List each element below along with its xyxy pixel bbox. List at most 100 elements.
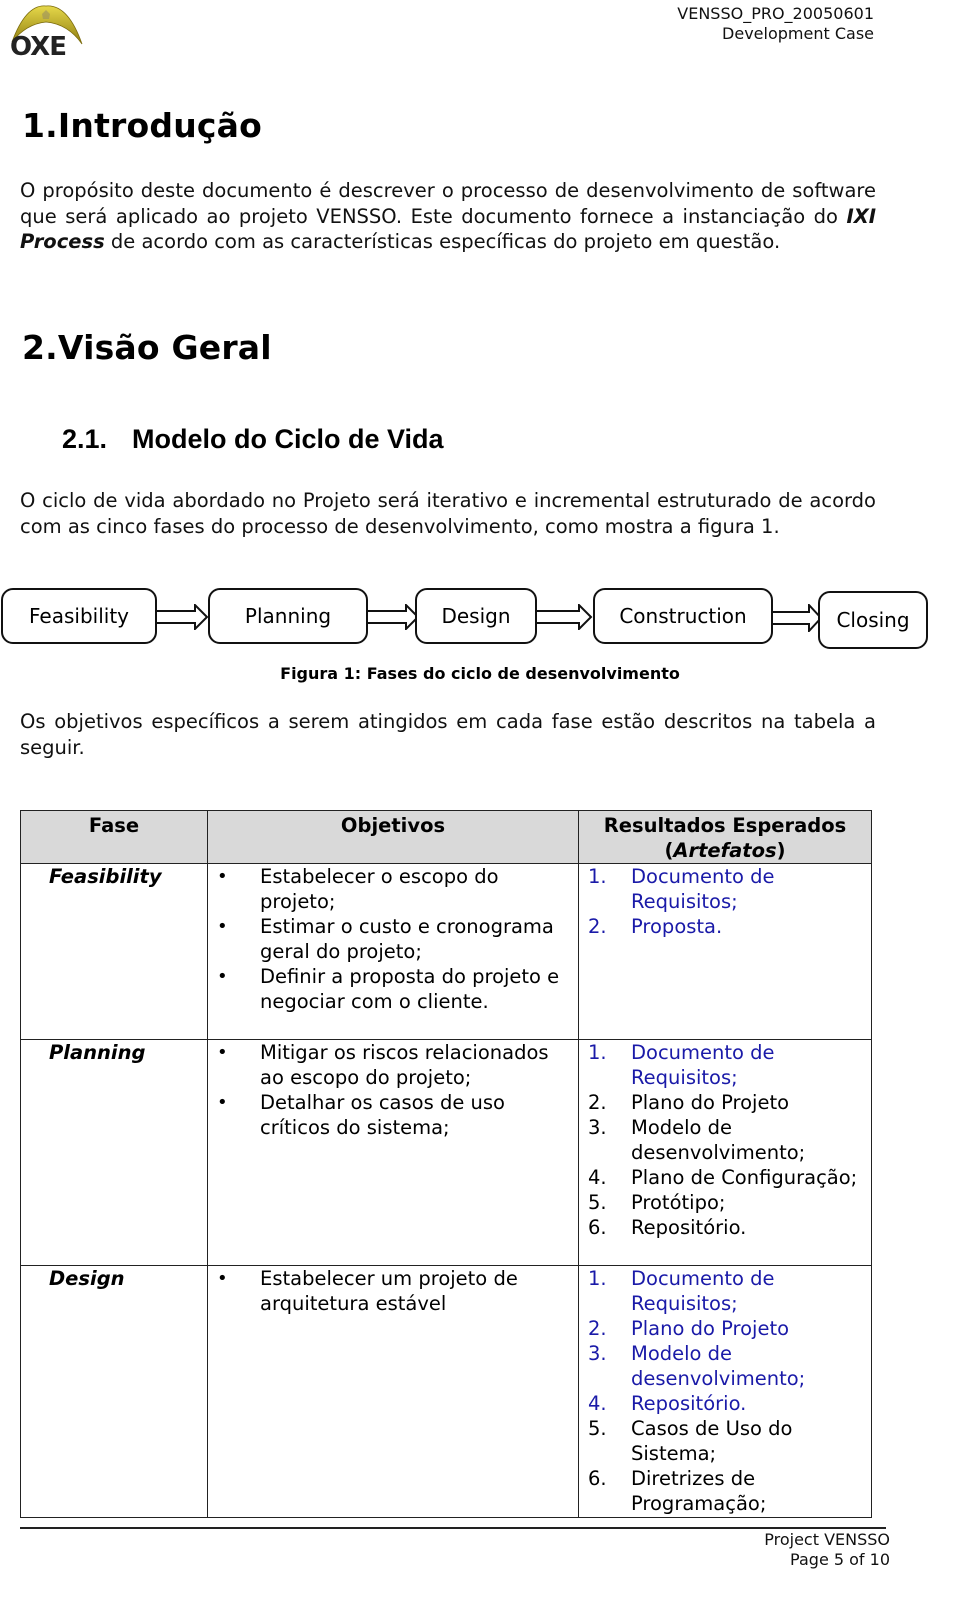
artifact-number: 3. [588, 1342, 607, 1365]
artifact-link[interactable]: 2. Proposta. [579, 914, 871, 939]
heading-title: Introdução [57, 106, 263, 145]
artifact-text[interactable]: Documento de Requisitos; [631, 865, 775, 913]
artifact-number: 4. [588, 1392, 607, 1415]
artifact-item: 3. Modelo de desenvolvimento; [579, 1115, 871, 1165]
header-objetivos-label: Objetivos [340, 814, 446, 837]
heading-introducao: 1.Introdução [22, 106, 262, 145]
intro-text-2: de acordo com as características específ… [104, 230, 781, 253]
artifact-item: 2. Plano do Projeto [579, 1090, 871, 1115]
oxe-logo: OXE [6, 2, 86, 64]
objective-item: Mitigar os riscos relacionados ao escopo… [208, 1040, 578, 1090]
arrow-right-icon [537, 604, 593, 630]
artifact-text[interactable]: Plano do Projeto [631, 1317, 789, 1340]
artifact-number: 2. [588, 1091, 607, 1114]
header-resultados-sub: (Artefatos) [664, 839, 786, 862]
artifact-text[interactable]: Documento de Requisitos; [631, 1267, 775, 1315]
artifact-item: 5. Casos de Uso do Sistema; [579, 1416, 871, 1466]
phase-box-closing: Closing [818, 591, 928, 649]
lifecycle-paragraph: O ciclo de vida abordado no Projeto será… [20, 489, 876, 538]
footer-project: Project VENSSO [764, 1530, 890, 1549]
artifact-text: Plano de Configuração; [631, 1166, 858, 1189]
arrow-right-icon [157, 604, 209, 630]
results-cell: 1. Documento de Requisitos; 2. Plano do Pro… [578, 1039, 872, 1266]
header-objetivos: Objetivos [207, 810, 579, 864]
heading-number: 1. [22, 106, 58, 145]
logo-text: OXE [10, 32, 67, 62]
artifact-item: 6. Repositório. [579, 1215, 871, 1240]
heading-number: 2.1. [62, 424, 108, 454]
artifact-text: Plano do Projeto [631, 1091, 790, 1114]
artifact-number: 1. [588, 1267, 607, 1290]
artifact-number: 1. [588, 1041, 607, 1064]
heading-number: 2. [22, 328, 58, 367]
artifact-text[interactable]: Modelo de desenvolvimento; [631, 1342, 805, 1390]
header-info: VENSSO_PRO_20050601 Development Case [677, 4, 874, 44]
artifact-text: Diretrizes de Programação; [631, 1467, 767, 1515]
table-intro-paragraph: Os objetivos específicos a serem atingid… [20, 710, 876, 759]
artifact-link[interactable]: 4. Repositório. [579, 1391, 871, 1416]
objective-item: Estabelecer um projeto de arquitetura es… [208, 1266, 578, 1316]
artifact-text: Modelo de desenvolvimento; [631, 1116, 806, 1164]
intro-paragraph: O propósito deste documento é descrever … [20, 178, 876, 255]
intro-text-1: O propósito deste documento é descrever … [20, 179, 876, 228]
arrow-right-icon [368, 604, 420, 630]
phase-name-cell: Planning [20, 1039, 208, 1266]
artifact-number: 1. [588, 865, 607, 888]
table-row: FeasibilityEstabelecer o escopo do proje… [20, 863, 872, 1040]
artifact-text: Repositório. [631, 1216, 747, 1239]
heading-title: Visão Geral [57, 328, 272, 367]
heading-title: Modelo do Ciclo de Vida [132, 424, 444, 454]
artifact-link[interactable]: 2. Plano do Projeto [579, 1316, 871, 1341]
objectives-cell: Mitigar os riscos relacionados ao escopo… [207, 1039, 579, 1266]
artifact-text: Protótipo; [631, 1191, 726, 1214]
doc-id: VENSSO_PRO_20050601 [677, 4, 874, 23]
table-row: PlanningMitigar os riscos relacionados a… [20, 1039, 872, 1266]
phase-name-cell: Feasibility [20, 863, 208, 1040]
artifact-link[interactable]: 1. Documento de Requisitos; [579, 864, 871, 914]
artifact-number: 6. [588, 1216, 607, 1239]
objective-item: Estabelecer o escopo do projeto; [208, 864, 578, 914]
objective-item: Estimar o custo e cronograma geral do pr… [208, 914, 578, 964]
objective-item: Detalhar os casos de uso críticos do sis… [208, 1090, 578, 1140]
heading-modelo-ciclo-vida: 2.1. Modelo do Ciclo de Vida [62, 424, 444, 455]
artifact-number: 4. [588, 1166, 607, 1189]
artifact-text[interactable]: Documento de Requisitos; [631, 1041, 775, 1089]
objectives-cell: Estabelecer um projeto de arquitetura es… [207, 1265, 579, 1518]
artifact-number: 5. [588, 1191, 607, 1214]
artifact-text[interactable]: Proposta. [631, 915, 722, 938]
artifact-text: Casos de Uso do Sistema; [631, 1417, 793, 1465]
phases-table: Fase Objetivos Resultados Esperados (Art… [20, 810, 872, 1518]
header-resultados-label: Resultados Esperados [603, 814, 847, 837]
figure-caption: Figura 1: Fases do ciclo de desenvolvime… [280, 664, 680, 683]
phase-box-design: Design [415, 588, 537, 644]
footer-divider [20, 1527, 886, 1529]
results-cell: 1. Documento de Requisitos; 2. Plano do Pro… [578, 1265, 872, 1518]
artifact-item: 6. Diretrizes de Programação; [579, 1466, 871, 1516]
arrow-right-icon [773, 604, 823, 632]
artifact-number: 3. [588, 1116, 607, 1139]
artifact-link[interactable]: 1. Documento de Requisitos; [579, 1266, 871, 1316]
header-resultados: Resultados Esperados (Artefatos) [578, 810, 872, 864]
artifact-link[interactable]: 1. Documento de Requisitos; [579, 1040, 871, 1090]
phase-box-construction: Construction [593, 588, 773, 644]
artifact-number: 2. [588, 1317, 607, 1340]
artifact-number: 6. [588, 1467, 607, 1490]
artifact-link[interactable]: 3. Modelo de desenvolvimento; [579, 1341, 871, 1391]
header-fase-label: Fase [88, 814, 140, 837]
artifact-number: 2. [588, 915, 607, 938]
phase-box-planning: Planning [208, 588, 368, 644]
heading-visao-geral: 2.Visão Geral [22, 328, 272, 367]
objective-item: Definir a proposta do projeto e negociar… [208, 964, 578, 1014]
phase-name-cell: Design [20, 1265, 208, 1518]
table-header-row: Fase Objetivos Resultados Esperados (Art… [20, 810, 872, 864]
objectives-cell: Estabelecer o escopo do projeto;Estimar … [207, 863, 579, 1040]
artefatos-label: Artefatos [673, 839, 777, 862]
artifact-text[interactable]: Repositório. [631, 1392, 746, 1415]
phases-diagram: Feasibility Planning Design Construction… [0, 588, 960, 670]
artifact-item: 5. Protótipo; [579, 1190, 871, 1215]
results-cell: 1. Documento de Requisitos; 2. Proposta. [578, 863, 872, 1040]
page-footer: Project VENSSO Page 5 of 10 [764, 1530, 890, 1570]
table-row: DesignEstabelecer um projeto de arquitet… [20, 1265, 872, 1518]
doc-type: Development Case [722, 24, 874, 43]
phase-box-feasibility: Feasibility [1, 588, 157, 644]
